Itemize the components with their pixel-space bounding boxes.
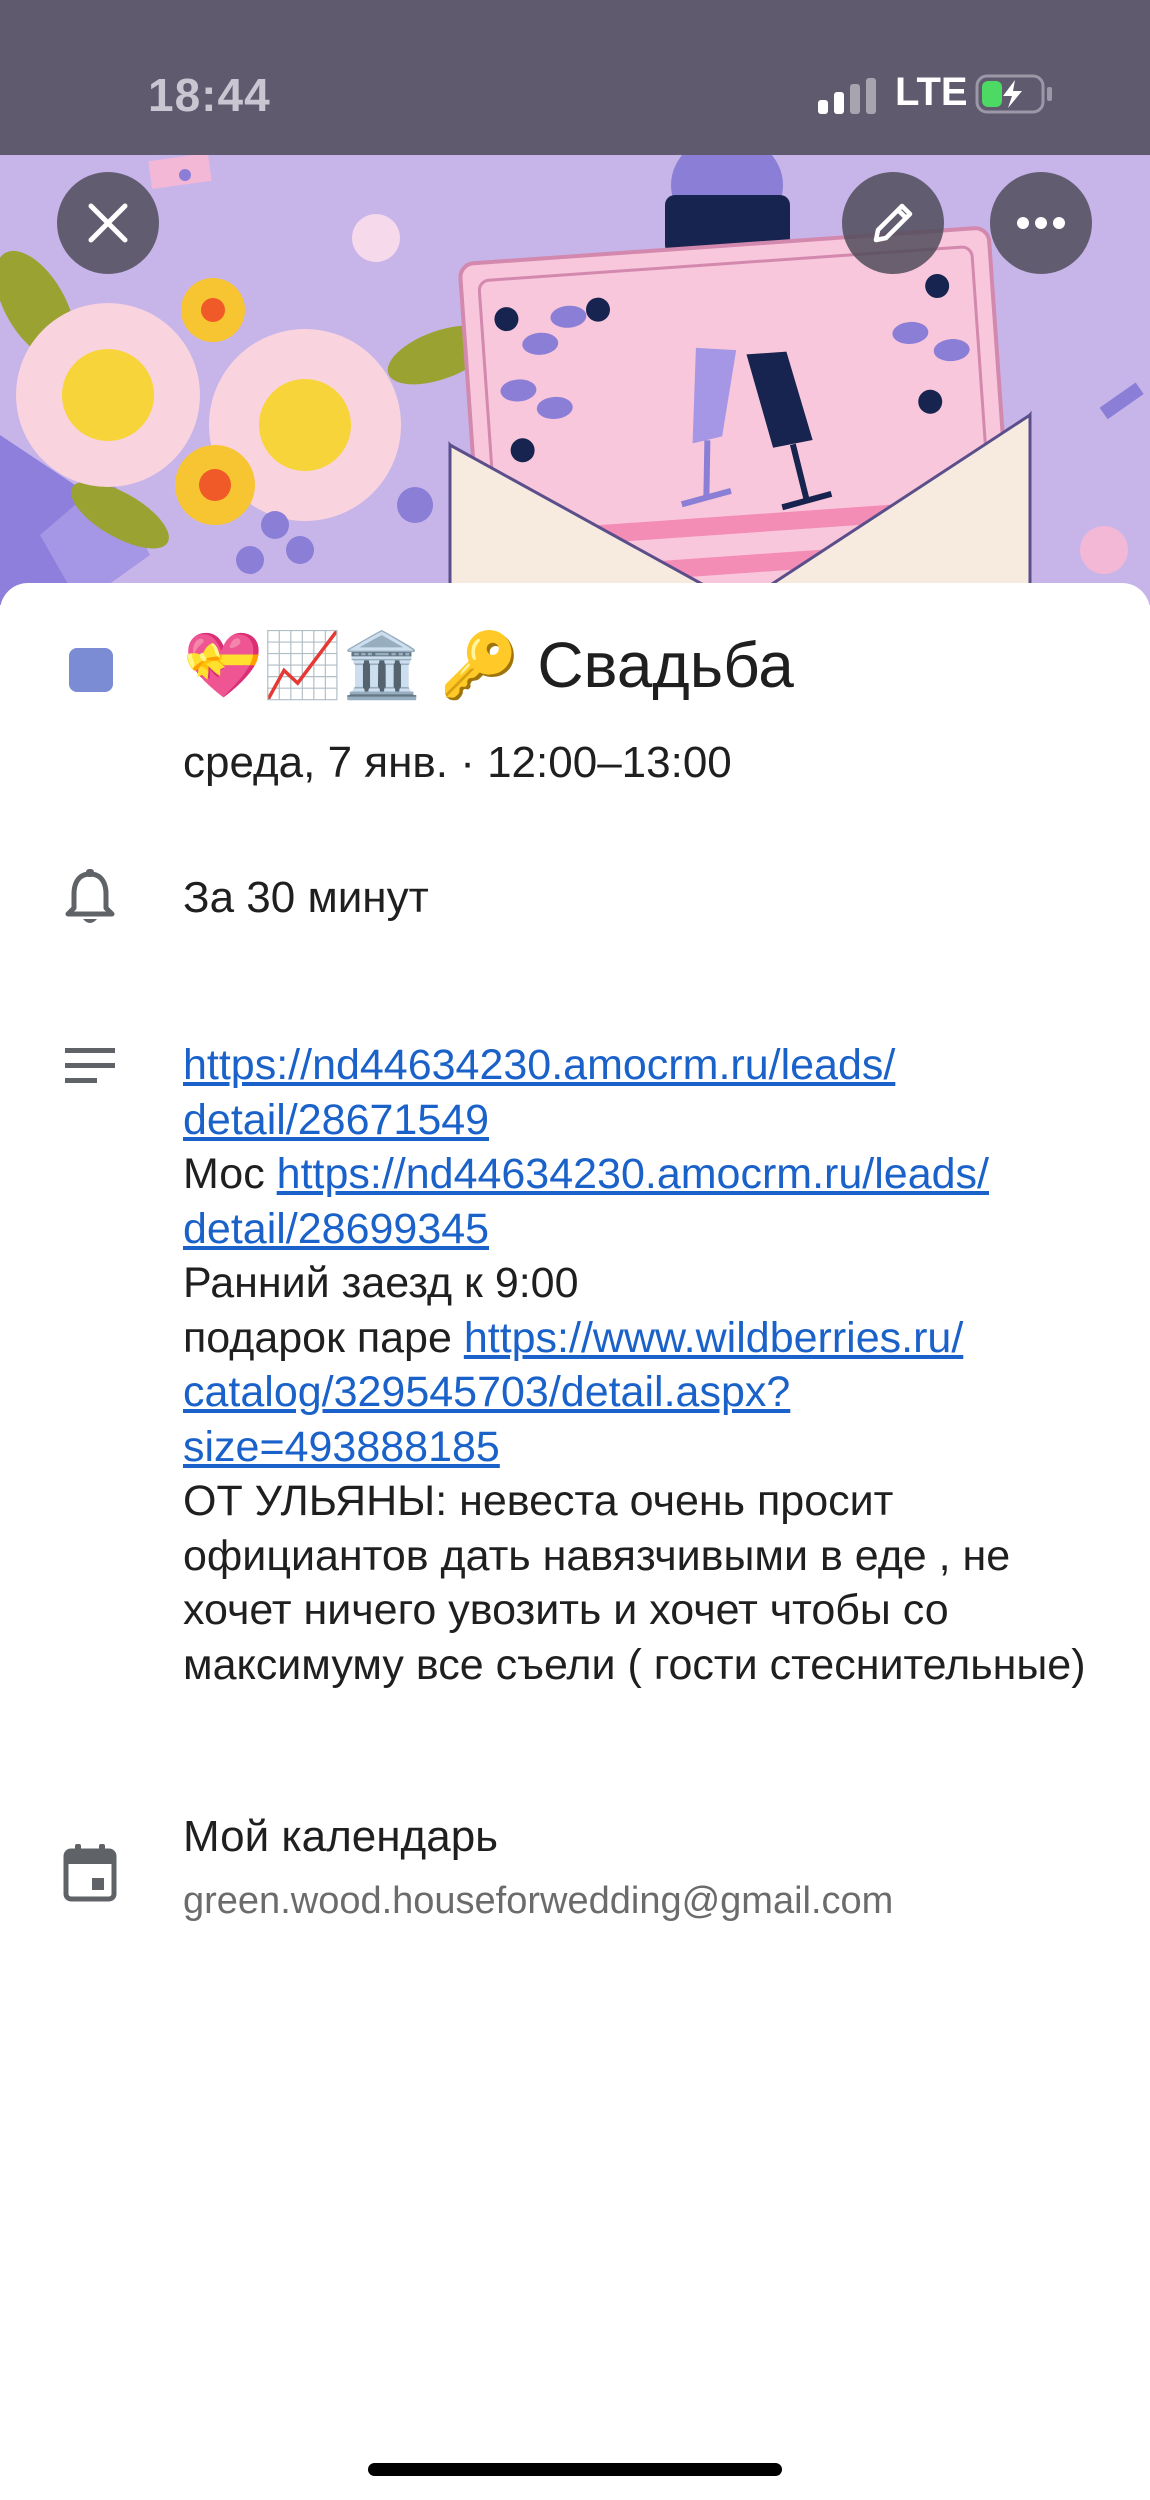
event-header-illustration — [0, 155, 1150, 605]
status-bar: 18:44 LTE — [0, 0, 1150, 155]
description-line-2-prefix: Мос — [183, 1150, 277, 1198]
more-options-button[interactable] — [990, 172, 1092, 274]
calendar-icon — [62, 1842, 118, 1907]
cellular-signal-icon — [818, 78, 876, 114]
home-indicator[interactable] — [368, 2463, 782, 2476]
description-line-4-prefix: подарок паре — [183, 1313, 464, 1362]
edit-event-button[interactable] — [842, 172, 944, 274]
description-link-2[interactable]: https://nd44634230.amocrm.ru/leads/detai… — [183, 1150, 989, 1253]
event-title: 💝📈🏛️ 🔑 Свадьба — [183, 629, 794, 701]
status-time: 18:44 — [148, 69, 271, 121]
bell-icon — [62, 868, 118, 933]
close-icon — [88, 203, 128, 243]
battery-charging-icon — [975, 74, 1055, 114]
reminder-text[interactable]: За 30 минут — [183, 873, 429, 923]
close-button[interactable] — [57, 172, 159, 274]
event-datetime: среда, 7 янв. · 12:00–13:00 — [183, 738, 732, 787]
description-line-3: Ранний заезд к 9:00 — [183, 1259, 579, 1307]
network-type: LTE — [895, 70, 968, 114]
event-color-chip — [69, 648, 113, 692]
notes-icon — [62, 1046, 118, 1091]
description-note: ОТ УЛЬЯНЫ: невеста очень просит официант… — [183, 1477, 1086, 1689]
pencil-icon — [873, 203, 913, 243]
calendar-name: Мой календарь — [183, 1812, 499, 1861]
more-horizontal-icon — [1017, 217, 1065, 229]
description-link-1[interactable]: https://nd44634230.amocrm.ru/leads/detai… — [183, 1041, 895, 1144]
event-description: https://nd44634230.amocrm.ru/leads/detai… — [183, 1038, 1103, 1692]
calendar-email: green.wood.houseforwedding@gmail.com — [183, 1880, 894, 1922]
